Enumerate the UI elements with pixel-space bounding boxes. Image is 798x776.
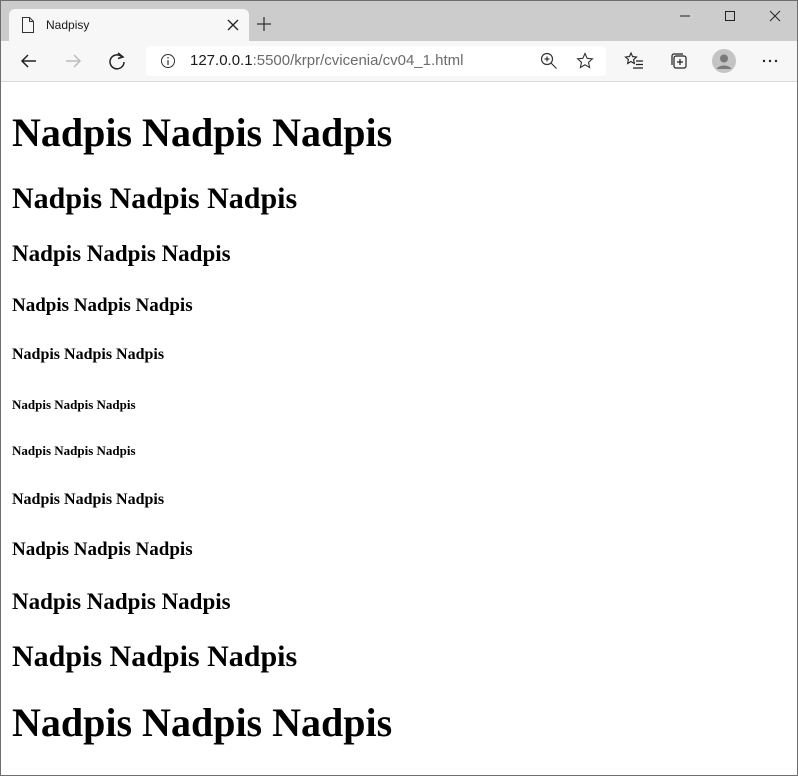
browser-toolbar: 127.0.0.1:5500/krpr/cvicenia/cv04_1.html	[1, 41, 797, 82]
minimize-icon[interactable]	[661, 1, 707, 31]
tab-close-icon[interactable]	[225, 17, 241, 33]
url-path: :5500/krpr/cvicenia/cv04_1.html	[252, 52, 464, 69]
close-icon[interactable]	[751, 1, 797, 31]
heading-4: Nadpis Nadpis Nadpis	[12, 539, 193, 560]
heading-2: Nadpis Nadpis Nadpis	[12, 640, 298, 673]
tab-strip: Nadpisy	[1, 1, 797, 41]
address-bar[interactable]: 127.0.0.1:5500/krpr/cvicenia/cv04_1.html	[146, 46, 606, 76]
heading-6: Nadpis Nadpis Nadpis	[12, 443, 136, 458]
plus-icon[interactable]	[255, 15, 273, 33]
heading-2: Nadpis Nadpis Nadpis	[12, 182, 298, 215]
heading-3: Nadpis Nadpis Nadpis	[12, 589, 231, 614]
heading-4: Nadpis Nadpis Nadpis	[12, 295, 193, 316]
profile-icon[interactable]	[712, 49, 736, 73]
star-icon[interactable]	[576, 52, 594, 75]
heading-3: Nadpis Nadpis Nadpis	[12, 241, 231, 266]
info-icon[interactable]	[160, 53, 176, 74]
heading-5: Nadpis Nadpis Nadpis	[12, 491, 165, 508]
forward-arrow-icon[interactable]	[63, 51, 83, 71]
heading-1: Nadpis Nadpis Nadpis	[12, 700, 393, 745]
url-text[interactable]: 127.0.0.1:5500/krpr/cvicenia/cv04_1.html	[190, 53, 464, 69]
page-content: Nadpis Nadpis Nadpis Nadpis Nadpis Nadpi…	[1, 82, 797, 775]
url-host: 127.0.0.1	[190, 52, 253, 69]
heading-5: Nadpis Nadpis Nadpis	[12, 346, 165, 363]
browser-window: Nadpisy 127.0.0.1:5500/krpr/cvicenia/cv0…	[0, 0, 798, 776]
page-icon	[21, 17, 35, 38]
more-menu-icon[interactable]	[760, 51, 780, 71]
favorites-icon[interactable]	[624, 51, 644, 71]
browser-tab[interactable]: Nadpisy	[9, 9, 249, 41]
tab-title: Nadpisy	[46, 18, 90, 32]
zoom-in-icon[interactable]	[540, 52, 558, 75]
back-arrow-icon[interactable]	[19, 51, 39, 71]
refresh-icon[interactable]	[107, 51, 127, 71]
maximize-icon[interactable]	[706, 1, 752, 31]
heading-6: Nadpis Nadpis Nadpis	[12, 397, 136, 412]
collections-icon[interactable]	[669, 51, 689, 71]
heading-1: Nadpis Nadpis Nadpis	[12, 110, 393, 155]
